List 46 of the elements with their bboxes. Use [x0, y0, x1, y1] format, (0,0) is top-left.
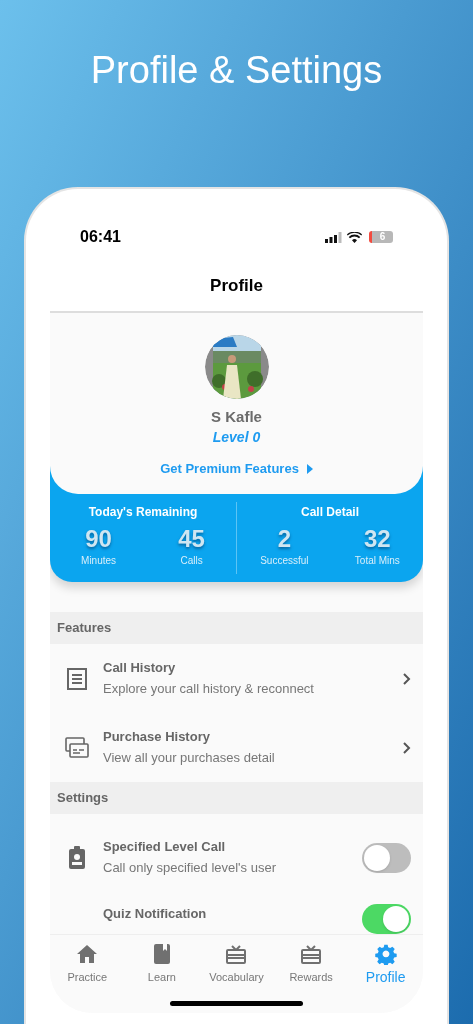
- stat-label: Minutes: [81, 554, 117, 568]
- row-subtitle: Explore your call history & reconnect: [103, 679, 315, 698]
- user-name: S Kafle: [211, 407, 262, 427]
- section-header: Settings: [57, 789, 109, 808]
- section-header: Features: [57, 619, 112, 638]
- stat-label: Calls: [180, 554, 203, 568]
- row-subtitle: View all your purchases detail: [103, 748, 276, 767]
- chevron-right-icon: [403, 741, 411, 754]
- tab[interactable]: Rewards: [273, 943, 349, 987]
- stat-label: Total Mins: [354, 554, 400, 568]
- status-time: 06:41: [80, 227, 121, 247]
- row-title: Quiz Notification: [103, 905, 208, 923]
- book-icon: [152, 943, 171, 965]
- tab[interactable]: Learn: [124, 943, 200, 987]
- stats-title: Call Detail: [301, 504, 359, 521]
- gift-icon: [225, 944, 248, 964]
- id-badge-icon: [67, 846, 86, 870]
- stat-value: 2: [277, 524, 291, 554]
- tab[interactable]: Practice: [50, 943, 125, 987]
- premium-link[interactable]: Get Premium Features: [160, 459, 313, 479]
- home-icon: [76, 944, 99, 964]
- headline: Profile & Settings: [90, 48, 383, 93]
- stats-title: Today's Remaining: [88, 504, 198, 521]
- gift-icon: [300, 944, 323, 964]
- user-level: Level 0: [212, 428, 261, 447]
- chevron-right-icon: [403, 672, 411, 685]
- receipt-icon: [65, 666, 88, 691]
- toggle-switch[interactable]: [362, 904, 411, 934]
- signal-icon: [325, 231, 342, 243]
- caret-icon: [306, 463, 313, 474]
- stat-label: Successful: [260, 554, 309, 568]
- stat-value: 32: [364, 524, 391, 554]
- screen-title: Profile: [210, 274, 263, 297]
- row-subtitle: Call only specified level's user: [103, 859, 277, 877]
- stat-value: 90: [85, 524, 112, 554]
- row-title: Specified Level Call: [103, 838, 227, 856]
- tab[interactable]: Profile: [348, 943, 423, 987]
- row-title: Purchase History: [103, 727, 211, 746]
- toggle-switch[interactable]: [362, 843, 411, 873]
- wifi-icon: [347, 231, 362, 243]
- cards-icon: [64, 735, 89, 760]
- tab[interactable]: Vocabulary: [199, 943, 274, 987]
- settings-icon: [374, 943, 397, 965]
- stat-value: 45: [178, 524, 205, 554]
- row-title: Call History: [103, 658, 177, 677]
- battery-level: 6: [369, 231, 393, 243]
